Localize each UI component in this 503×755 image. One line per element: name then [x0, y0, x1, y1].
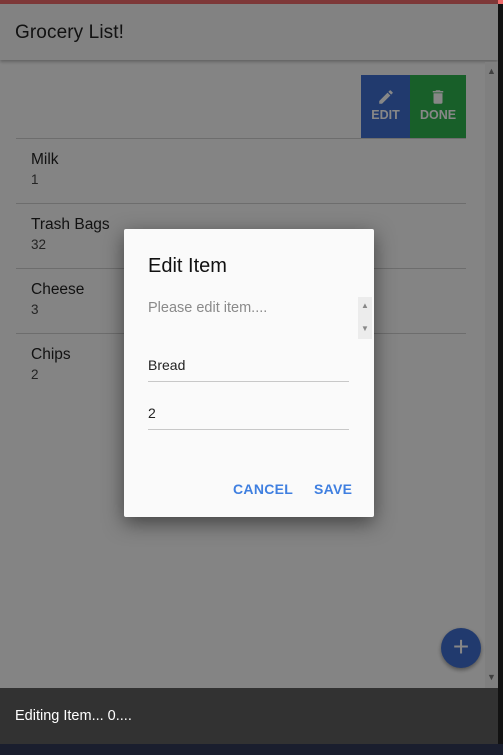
snackbar-message: Editing Item... 0....: [15, 708, 132, 724]
dialog-message: Please edit item....: [148, 300, 268, 316]
app-window: Grocery List! EDIT DONE Milk 1 Trash Bag…: [0, 0, 498, 688]
cancel-button[interactable]: CANCEL: [233, 481, 293, 497]
background-window-strip: [498, 0, 503, 755]
item-name-field: [148, 351, 349, 382]
scroll-down-icon[interactable]: ▼: [361, 324, 369, 333]
side-accent-bar: [498, 0, 503, 4]
item-name-input[interactable]: [148, 357, 349, 373]
item-quantity-input[interactable]: [148, 405, 349, 421]
item-quantity-field: [148, 399, 349, 430]
scroll-up-icon[interactable]: ▲: [361, 301, 369, 310]
dialog-title: Edit Item: [148, 255, 227, 277]
snackbar: Editing Item... 0....: [0, 688, 498, 744]
dialog-message-scrollbar[interactable]: ▲ ▼: [358, 297, 372, 339]
edit-item-dialog: Edit Item Please edit item.... ▲ ▼ CANCE…: [124, 229, 374, 517]
save-button[interactable]: SAVE: [314, 481, 352, 497]
taskbar-strip: [0, 744, 503, 755]
